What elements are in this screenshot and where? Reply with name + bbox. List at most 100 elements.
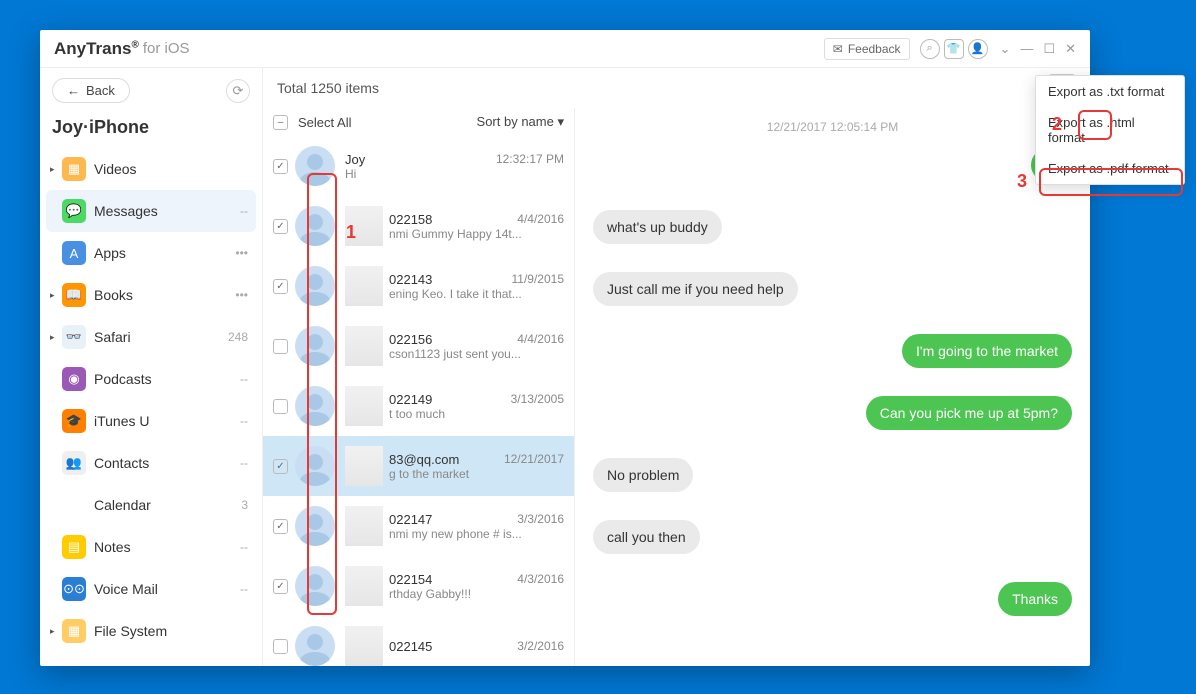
export-menu-item[interactable]: Export as .html format [1036,107,1184,153]
sidebar-item-calendar[interactable]: 5 Calendar 3 [46,484,256,526]
sidebar-item-safari[interactable]: ▸ 👓 Safari 248 [46,316,256,358]
sidebar-item-voice-mail[interactable]: ⊙⊙ Voice Mail -- [46,568,256,610]
sidebar-item-count: -- [240,204,248,218]
refresh-button[interactable]: ⟳ [226,79,250,103]
sidebar-item-count: 248 [228,330,248,344]
avatar [295,326,335,366]
avatar [295,386,335,426]
sidebar-item-videos[interactable]: ▸ ▦ Videos [46,148,256,190]
thread-name: 022158 [389,212,432,227]
sidebar-item-contacts[interactable]: 👥 Contacts -- [46,442,256,484]
sidebar-item-count: ••• [235,246,248,260]
thread-preview: g to the market [389,467,564,481]
search-icon[interactable]: ⌕ [920,39,940,59]
avatar [295,206,335,246]
thread-preview: rthday Gabby!!! [389,587,564,601]
sidebar-list: ▸ ▦ Videos 💬 Messages -- A Apps •••▸ 📖 B… [46,148,256,666]
export-menu-item[interactable]: Export as .pdf format [1036,153,1184,184]
thread-row[interactable]: ✓ 02214311/9/2015 ening Keo. I take it t… [263,256,574,316]
sidebar-item-label: Safari [94,329,228,345]
thread-row[interactable]: 022145 3/2/2016 [263,616,574,666]
category-icon: 📖 [62,283,86,307]
thread-date: 4/4/2016 [517,332,564,347]
maximize-button[interactable]: ☐ [1043,41,1055,57]
category-icon: ▤ [62,535,86,559]
thread-name: 83@qq.com [389,452,459,467]
sort-dropdown[interactable]: Sort by name ▾ [477,114,564,130]
category-icon: 🎓 [62,409,86,433]
thread-checkbox[interactable] [273,339,288,354]
avatar [295,566,335,606]
select-all-label[interactable]: Select All [298,115,351,130]
sidebar-item-messages[interactable]: 💬 Messages -- [46,190,256,232]
message-bubble: Can you pick me up at 5pm? [866,396,1072,430]
chevron-down-icon[interactable]: ⌄ [1000,41,1011,57]
sidebar-item-count: -- [240,582,248,596]
close-button[interactable]: ✕ [1065,41,1076,57]
sidebar-item-label: Videos [94,161,248,177]
back-button[interactable]: ← Back [52,78,130,103]
avatar [295,146,335,186]
thread-name: 022154 [389,572,432,587]
sidebar-item-apps[interactable]: A Apps ••• [46,232,256,274]
blurred-region [345,326,383,366]
thread-date: 11/9/2015 [512,272,565,287]
export-menu-item[interactable]: Export as .txt format [1036,76,1184,107]
sidebar-item-label: File System [94,623,248,639]
minimize-button[interactable]: — [1020,41,1033,56]
titlebar: AnyTrans® for iOS ✉ Feedback ⌕ 👕 👤 ⌄ — ☐… [40,30,1090,68]
sidebar-item-file-system[interactable]: ▸ ▦ File System [46,610,256,652]
thread-name: Joy [345,152,365,167]
feedback-button[interactable]: ✉ Feedback [824,38,910,60]
main-panel: Total 1250 items – Select All Sort by na… [262,68,1090,666]
sidebar-item-notes[interactable]: ▤ Notes -- [46,526,256,568]
sidebar-item-label: Voice Mail [94,581,240,597]
thread-row[interactable]: ✓ Joy12:32:17 PM Hi [263,136,574,196]
thread-date: 3/2/2016 [517,639,564,654]
caret-icon: ▸ [50,332,60,343]
sidebar-item-books[interactable]: ▸ 📖 Books ••• [46,274,256,316]
message-bubble: Just call me if you need help [593,272,798,306]
message-bubble: I'm going to the market [902,334,1072,368]
thread-checkbox[interactable]: ✓ [273,579,288,594]
thread-name: 022145 [389,639,432,654]
export-menu: Export as .txt formatExport as .html for… [1035,75,1185,185]
arrow-left-icon: ← [67,83,80,98]
thread-checkbox[interactable]: ✓ [273,459,288,474]
blurred-region [345,386,383,426]
app-subtitle: for iOS [143,40,190,57]
thread-checkbox[interactable]: ✓ [273,519,288,534]
sidebar-item-label: Notes [94,539,240,555]
sidebar-item-label: Podcasts [94,371,240,387]
select-all-checkbox[interactable]: – [273,115,288,130]
avatar [295,266,335,306]
category-icon: ⊙⊙ [62,577,86,601]
thread-row[interactable]: 0221564/4/2016 cson1123 just sent you... [263,316,574,376]
thread-row[interactable]: ✓ 0221473/3/2016 nmi my new phone # is..… [263,496,574,556]
sidebar-item-podcasts[interactable]: ◉ Podcasts -- [46,358,256,400]
tshirt-icon[interactable]: 👕 [944,39,964,59]
conversation-panel: 12/21/2017 12:05:14 PM Hiwhat's up buddy… [575,108,1090,666]
conversation-timestamp: 12/21/2017 12:05:14 PM [593,120,1072,134]
thread-row[interactable]: ✓ 0221544/3/2016 rthday Gabby!!! [263,556,574,616]
thread-row[interactable]: ✓ 83@qq.com12/21/2017 g to the market [263,436,574,496]
thread-checkbox[interactable]: ✓ [273,279,288,294]
sidebar-item-count: ••• [235,288,248,302]
blurred-region [345,566,383,606]
avatar [295,626,335,666]
thread-checkbox[interactable] [273,399,288,414]
caret-icon: ▸ [50,164,60,175]
thread-row[interactable]: ✓ 0221584/4/2016 nmi Gummy Happy 14t... [263,196,574,256]
total-count: Total 1250 items [277,80,379,96]
avatar [295,446,335,486]
thread-date: 4/4/2016 [517,212,564,227]
thread-checkbox[interactable]: ✓ [273,159,288,174]
blurred-region [345,626,383,666]
thread-preview: cson1123 just sent you... [389,347,564,361]
thread-row[interactable]: 0221493/13/2005 t too much [263,376,574,436]
thread-checkbox[interactable]: ✓ [273,219,288,234]
sidebar-item-itunes-u[interactable]: 🎓 iTunes U -- [46,400,256,442]
user-icon[interactable]: 👤 [968,39,988,59]
thread-checkbox[interactable] [273,639,288,654]
category-icon: ◉ [62,367,86,391]
